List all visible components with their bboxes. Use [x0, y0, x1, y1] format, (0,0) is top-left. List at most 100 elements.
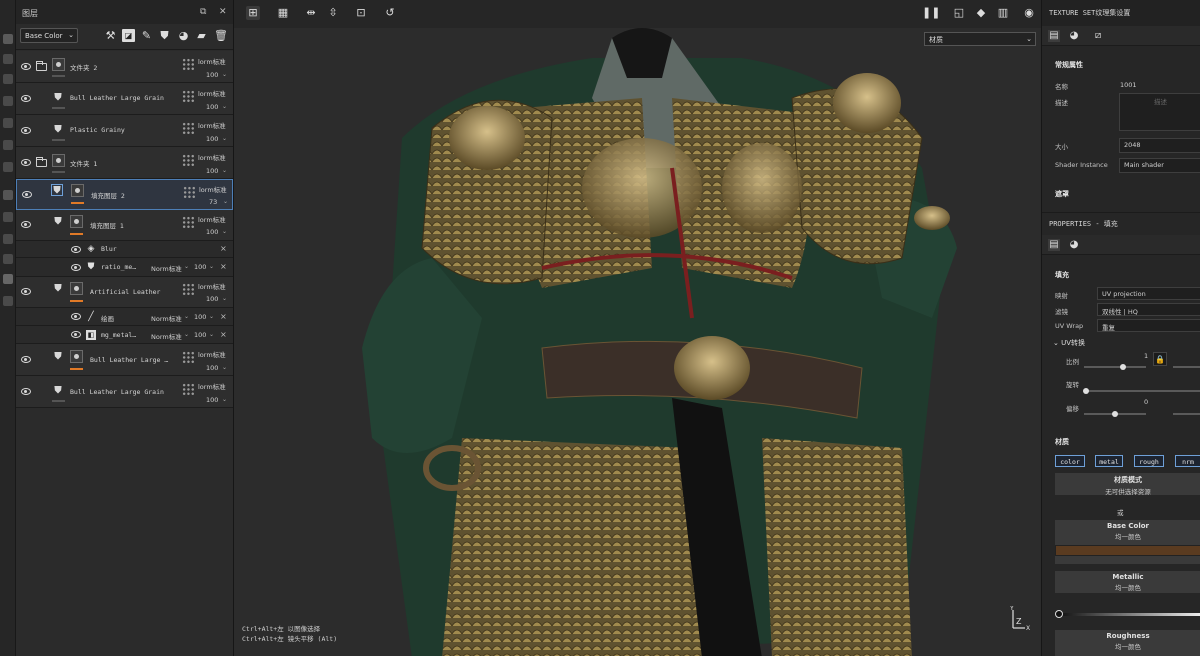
screenshot-camera-icon[interactable]: ◉	[1022, 6, 1036, 20]
add-fill-layer-icon[interactable]: ⛊	[158, 29, 171, 42]
layer-name[interactable]: Artificial Leather	[90, 288, 160, 296]
layer-opacity[interactable]: 100	[206, 103, 218, 111]
layer-opacity[interactable]: 73	[209, 198, 217, 206]
layer-row[interactable]: ⛊ Bull Leather Large Grain lorm标准 100 ⌄	[16, 376, 233, 408]
channel-chip-nrm[interactable]: nrm	[1175, 455, 1200, 467]
blend-mode[interactable]: lorm标准	[198, 120, 226, 130]
layer-mask-thumbnail[interactable]	[52, 154, 65, 167]
chevron-down-icon[interactable]: ⌄	[222, 103, 227, 110]
lock-icon[interactable]: 🔒	[1153, 352, 1167, 366]
chevron-down-icon[interactable]: ⌄	[209, 313, 214, 320]
effect-row[interactable]: ⛊ ratio_me… Norm标准 ⌄ 100 ⌄ ×	[16, 258, 233, 277]
layer-opacity[interactable]: 100	[206, 167, 218, 175]
visibility-eye-icon[interactable]	[71, 264, 81, 271]
blend-mode[interactable]: lorm标准	[198, 349, 226, 359]
chevron-down-icon[interactable]: ⌄	[222, 364, 227, 371]
chevron-down-icon[interactable]: ⌄	[222, 135, 227, 142]
effect-name[interactable]: 绘画	[101, 313, 114, 323]
blend-grid-icon[interactable]	[182, 122, 195, 135]
fill-tab-icon[interactable]: ▤	[1048, 239, 1060, 251]
blend-mode[interactable]: lorm标准	[198, 88, 226, 98]
geometry-tool-icon[interactable]	[3, 96, 13, 106]
channel-chip-color[interactable]: color	[1055, 455, 1085, 467]
close-icon[interactable]: ×	[220, 312, 227, 321]
layer-row[interactable]: ⛊ Plastic Grainy lorm标准 100 ⌄	[16, 115, 233, 147]
chevron-down-icon[interactable]: ⌄	[184, 331, 189, 338]
layer-row-selected[interactable]: ⛊ 填充图层 2 lorm标准 73 ⌄	[16, 179, 233, 210]
blend-mode[interactable]: lorm标准	[199, 184, 227, 194]
channel-chip-rough[interactable]: rough	[1134, 455, 1164, 467]
layer-opacity[interactable]: 100	[206, 295, 218, 303]
layer-name[interactable]: Bull Leather Large Grain	[70, 388, 164, 396]
material-selector[interactable]: 材质 ⌄	[924, 32, 1036, 46]
channel-dropdown[interactable]: Base Color ⌄	[20, 28, 78, 43]
layer-opacity[interactable]: 100	[206, 228, 218, 236]
offset-slider-2[interactable]	[1173, 413, 1200, 415]
ps-export-icon[interactable]	[3, 254, 13, 264]
blend-grid-icon[interactable]	[182, 154, 195, 167]
roughness-block[interactable]: Roughness 均一颜色	[1055, 630, 1200, 656]
effect-opacity[interactable]: 100	[194, 331, 206, 339]
chevron-down-icon[interactable]: ⌄	[209, 263, 214, 270]
visibility-eye-icon[interactable]	[21, 221, 31, 228]
align-icon[interactable]: ⇳	[326, 6, 340, 20]
effect-row[interactable]: ◈ Blur ×	[16, 241, 233, 258]
blend-grid-icon[interactable]	[182, 216, 195, 229]
layer-opacity[interactable]: 100	[206, 396, 218, 404]
blend-grid-icon[interactable]	[182, 383, 195, 396]
chevron-down-icon[interactable]: ⌄	[222, 228, 227, 235]
filter-dropdown[interactable]: 双线性 | HQ	[1097, 303, 1200, 316]
layer-mask-thumbnail[interactable]	[70, 282, 83, 295]
visibility-eye-icon[interactable]	[71, 246, 81, 253]
scale-slider-knob[interactable]	[1120, 364, 1126, 370]
mask-section-header[interactable]: 遮罩	[1055, 189, 1069, 199]
channel-chip-metal[interactable]: metal	[1095, 455, 1123, 467]
layer-name[interactable]: 填充图层 2	[91, 190, 125, 200]
viewport-3d[interactable]: ⊞ ▦ ⇹ ⇳ ⊡ ↺ ❚❚ ◱ ◆ ▥ ◉ 材质 ⌄ Ctrl+Alt+左 以…	[234, 0, 1041, 656]
effect-opacity[interactable]: 100	[194, 263, 206, 271]
metallic-slider[interactable]	[1059, 613, 1200, 616]
layer-opacity[interactable]: 100	[206, 135, 218, 143]
add-smart-material-icon[interactable]: ◕	[177, 29, 190, 42]
rotation-slider-knob[interactable]	[1083, 388, 1089, 394]
material-tab-icon[interactable]: ◕	[1068, 239, 1080, 251]
smudge-tool-icon[interactable]	[3, 140, 13, 150]
blend-mode[interactable]: lorm标准	[198, 56, 226, 66]
base-color-block[interactable]: Base Color 均一颜色	[1055, 520, 1200, 564]
chevron-down-icon[interactable]: ⌄	[209, 331, 214, 338]
layer-name[interactable]: Bull Leather Large Grain	[70, 94, 164, 102]
blend-mode[interactable]: lorm标准	[198, 281, 226, 291]
plugin-icon[interactable]	[3, 296, 13, 306]
material-mode-block[interactable]: 材质模式 无可供选择资源	[1055, 473, 1200, 496]
effect-name[interactable]: ratio_me…	[101, 263, 136, 271]
shelf-icon[interactable]	[3, 212, 13, 222]
uv-transform-header[interactable]: ⌄ UV转换	[1053, 338, 1085, 348]
layer-opacity[interactable]: 100	[206, 71, 218, 79]
close-icon[interactable]: ×	[220, 262, 227, 271]
close-icon[interactable]: ×	[220, 330, 227, 339]
layer-mask-thumbnail[interactable]	[71, 184, 84, 197]
add-effect-icon[interactable]: ⚒	[104, 29, 117, 42]
base-color-swatch[interactable]	[1055, 545, 1200, 556]
effect-row[interactable]: ◧ mg_metal… Norm标准 ⌄ 100 ⌄ ×	[16, 326, 233, 344]
layer-row[interactable]: 文件夹 2 lorm标准 100 ⌄	[16, 51, 233, 83]
layer-row[interactable]: ⛊ Artificial Leather lorm标准 100 ⌄	[16, 277, 233, 308]
mapping-dropdown[interactable]: UV projection	[1097, 287, 1200, 300]
chevron-down-icon[interactable]: ⌄	[222, 71, 227, 78]
visibility-eye-icon[interactable]	[21, 288, 31, 295]
settings-tab-icon[interactable]: ▤	[1048, 30, 1060, 42]
visibility-eye-icon[interactable]	[21, 95, 31, 102]
add-mask-icon[interactable]: ◪	[122, 29, 135, 42]
clone-tool-icon[interactable]	[3, 162, 13, 172]
visibility-eye-icon[interactable]	[21, 159, 31, 166]
visibility-eye-icon[interactable]	[71, 331, 81, 338]
uv-tab-icon[interactable]: ⧄	[1092, 30, 1104, 42]
effect-opacity[interactable]: 100	[194, 313, 206, 321]
eraser-tool-icon[interactable]	[3, 54, 13, 64]
shader-instance-dropdown[interactable]: Main shader	[1119, 158, 1200, 173]
scale-slider-2[interactable]	[1173, 366, 1200, 368]
offset-slider-knob[interactable]	[1112, 411, 1118, 417]
size-dropdown[interactable]: 2048	[1119, 138, 1200, 153]
layer-name[interactable]: Bull Leather Large …	[90, 356, 168, 364]
chevron-down-icon[interactable]: ⌄	[223, 198, 228, 205]
